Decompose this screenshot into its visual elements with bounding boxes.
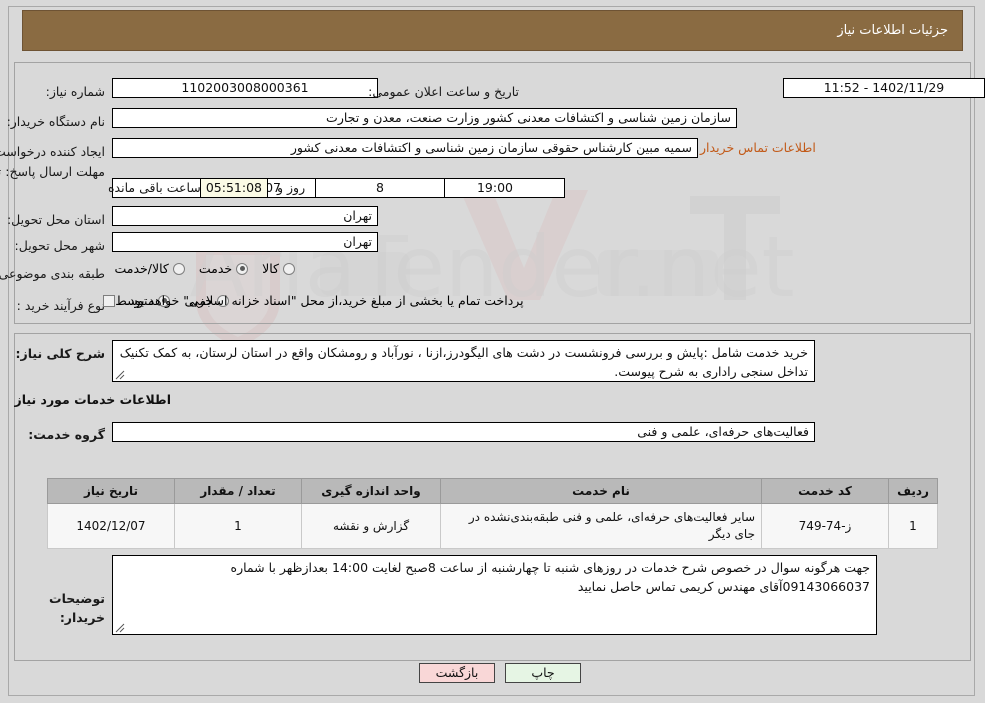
province-label: استان محل تحویل:	[6, 211, 105, 227]
notes-label-wrap: توضیحات خریدار:	[0, 588, 105, 626]
description-label-wrap: شرح کلی نیاز:	[16, 343, 105, 362]
th-qty: تعداد / مقدار	[174, 478, 302, 504]
back-button[interactable]: بازگشت	[419, 663, 495, 683]
need-number-value: 1102003008000361	[112, 78, 378, 98]
print-button[interactable]: چاپ	[505, 663, 581, 683]
page-root: AriaTender.net جزئیات اطلاعات نیاز شماره…	[0, 0, 985, 703]
service-group-value: فعالیت‌های حرفه‌ای، علمی و فنی	[112, 422, 815, 442]
table-header-row: ردیف کد خدمت نام خدمت واحد اندازه گیری ت…	[47, 478, 938, 504]
category-row: طبقه بندی موضوعی:	[0, 262, 105, 284]
days-and-label: روز و	[277, 180, 306, 195]
province-row: استان محل تحویل:	[7, 208, 105, 230]
countdown-value: 05:51:08	[200, 178, 268, 198]
cell-qty: 1	[174, 503, 302, 549]
cell-date: 1402/12/07	[47, 503, 175, 549]
treasury-note-group: پرداخت تمام یا بخشی از مبلغ خرید،از محل …	[103, 293, 524, 308]
category-label: طبقه بندی موضوعی:	[0, 265, 105, 281]
services-section-title: اطلاعات خدمات مورد نیاز	[14, 392, 172, 407]
cell-unit: گزارش و نقشه	[301, 503, 441, 549]
process-row: نوع فرآیند خرید :	[17, 294, 105, 316]
need-number-row: شماره نیاز:	[46, 80, 105, 102]
notes-textarea[interactable]: جهت هرگونه سوال در خصوص شرح خدمات در روز…	[112, 555, 877, 635]
days-value: 8	[315, 178, 445, 198]
th-name: نام خدمت	[440, 478, 762, 504]
description-text: خرید خدمت شامل :پایش و بررسی فرونشست در …	[119, 345, 808, 379]
deadline-time: 19:00	[425, 178, 565, 198]
th-code: کد خدمت	[761, 478, 889, 504]
creator-label: ایجاد کننده درخواست:	[0, 143, 105, 159]
category-radio-group: کالا خدمت کالا/خدمت	[104, 261, 295, 276]
cell-code: ز-74-749	[761, 503, 889, 549]
buyer-org-value: سازمان زمین شناسی و اکتشافات معدنی کشور …	[112, 108, 737, 128]
service-group-label-wrap: گروه خدمت:	[28, 424, 105, 443]
page-title-bar: جزئیات اطلاعات نیاز	[22, 10, 963, 51]
th-unit: واحد اندازه گیری	[301, 478, 441, 504]
treasury-note-label: پرداخت تمام یا بخشی از مبلغ خرید،از محل …	[125, 293, 524, 308]
cell-name: سایر فعالیت‌های حرفه‌ای، علمی و فنی طبقه…	[440, 503, 762, 549]
deadline-label-wrap: مهلت ارسال پاسخ: تا تاریخ:	[0, 163, 105, 199]
radio-category-1[interactable]	[236, 262, 249, 275]
page-title: جزئیات اطلاعات نیاز	[837, 23, 948, 38]
announce-label: تاریخ و ساعت اعلان عمومی:	[368, 83, 519, 99]
remaining-label: ساعت باقی مانده	[108, 180, 201, 195]
creator-row: ایجاد کننده درخواست:	[0, 140, 105, 162]
province-value: تهران	[112, 206, 378, 226]
description-label: شرح کلی نیاز:	[15, 346, 105, 361]
city-row: شهر محل تحویل:	[15, 234, 105, 256]
treasury-checkbox[interactable]	[103, 294, 115, 307]
announce-value: 1402/11/29 - 11:52	[783, 78, 985, 98]
notes-text: جهت هرگونه سوال در خصوص شرح خدمات در روز…	[230, 560, 870, 594]
buyer-org-label: نام دستگاه خریدار:	[6, 113, 105, 129]
service-group-label: گروه خدمت:	[28, 427, 105, 442]
city-value: تهران	[112, 232, 378, 252]
need-number-label: شماره نیاز:	[45, 83, 105, 99]
table-row: 1 ز-74-749 سایر فعالیت‌های حرفه‌ای، علمی…	[47, 503, 938, 549]
deadline-label: مهلت ارسال پاسخ: تا تاریخ:	[0, 164, 105, 179]
creator-value: سمیه مبین کارشناس حقوقی سازمان زمین شناس…	[112, 138, 698, 158]
resize-grip-icon	[115, 370, 125, 380]
process-label: نوع فرآیند خرید :	[16, 297, 105, 313]
radio-category-0-label: کالا	[262, 261, 279, 276]
announce-label-wrap: تاریخ و ساعت اعلان عمومی:	[368, 80, 519, 102]
description-textarea[interactable]: خرید خدمت شامل :پایش و بررسی فرونشست در …	[112, 340, 815, 382]
radio-category-2[interactable]	[172, 262, 185, 275]
radio-category-1-label: خدمت	[198, 261, 233, 276]
buyer-contact-link[interactable]: اطلاعات تماس خریدار	[700, 140, 816, 155]
city-label: شهر محل تحویل:	[14, 237, 105, 253]
radio-category-2-label: کالا/خدمت	[114, 261, 169, 276]
radio-category-0[interactable]	[283, 262, 295, 275]
th-date: تاریخ نیاز	[47, 478, 175, 504]
th-index: ردیف	[888, 478, 938, 504]
cell-index: 1	[888, 503, 938, 549]
buyer-org-row: نام دستگاه خریدار:	[7, 110, 105, 132]
services-table: ردیف کد خدمت نام خدمت واحد اندازه گیری ت…	[47, 478, 938, 549]
notes-label: توضیحات خریدار:	[49, 591, 105, 625]
notes-resize-grip-icon	[115, 623, 125, 633]
